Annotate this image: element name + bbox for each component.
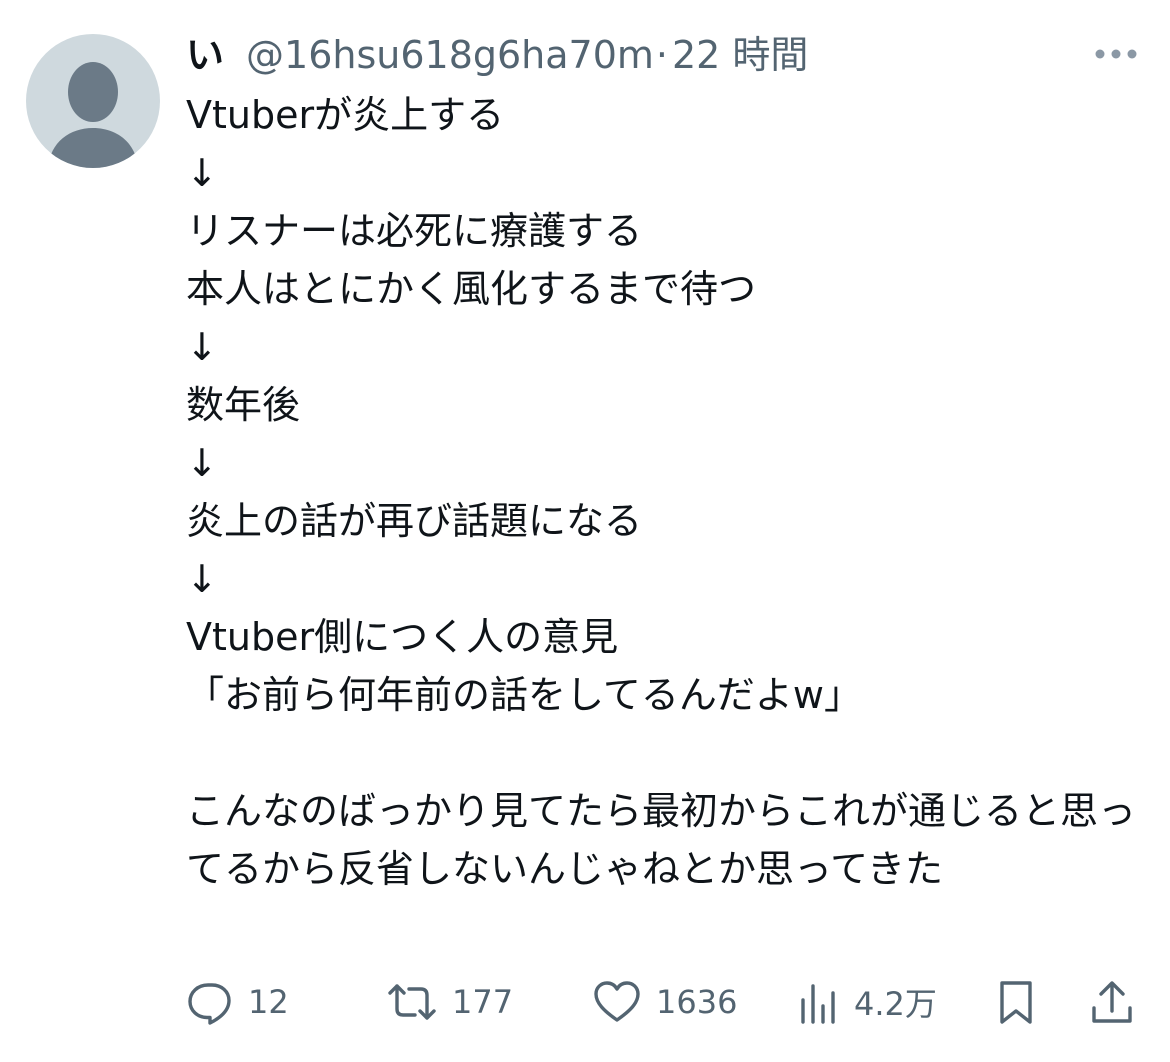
more-button[interactable]	[1090, 34, 1142, 74]
share-button[interactable]	[1088, 970, 1136, 1034]
views-count: 4.2万	[854, 985, 937, 1023]
tweet-header: い @16hsu618g6ha70m · 22 時間	[186, 26, 808, 84]
heart-icon	[592, 978, 642, 1026]
bookmark-icon	[994, 978, 1038, 1026]
user-handle[interactable]: @16hsu618g6ha70m	[246, 26, 654, 84]
like-button[interactable]: 1636	[592, 970, 737, 1034]
reply-count: 12	[248, 983, 289, 1021]
more-dots-icon	[1095, 49, 1137, 59]
retweet-button[interactable]: 177	[386, 970, 513, 1034]
default-avatar-icon	[48, 62, 138, 168]
timestamp[interactable]: 22 時間	[672, 26, 808, 84]
display-name[interactable]: い	[186, 26, 224, 84]
bookmark-button[interactable]	[994, 970, 1038, 1034]
separator-dot: ·	[655, 33, 668, 77]
tweet-actions: 12 177 1636 4.2万	[186, 970, 1146, 1034]
like-count: 1636	[656, 983, 738, 1021]
share-icon	[1088, 978, 1136, 1026]
retweet-icon	[386, 978, 438, 1026]
tweet-text: Vtuberが炎上する ↓ リスナーは必死に療護する 本人はとにかく風化するまで…	[186, 93, 1137, 891]
views-icon	[796, 978, 840, 1026]
views-button[interactable]: 4.2万	[796, 970, 937, 1034]
reply-icon	[186, 978, 234, 1026]
avatar[interactable]	[26, 34, 160, 168]
retweet-count: 177	[452, 983, 514, 1021]
reply-button[interactable]: 12	[186, 970, 289, 1034]
